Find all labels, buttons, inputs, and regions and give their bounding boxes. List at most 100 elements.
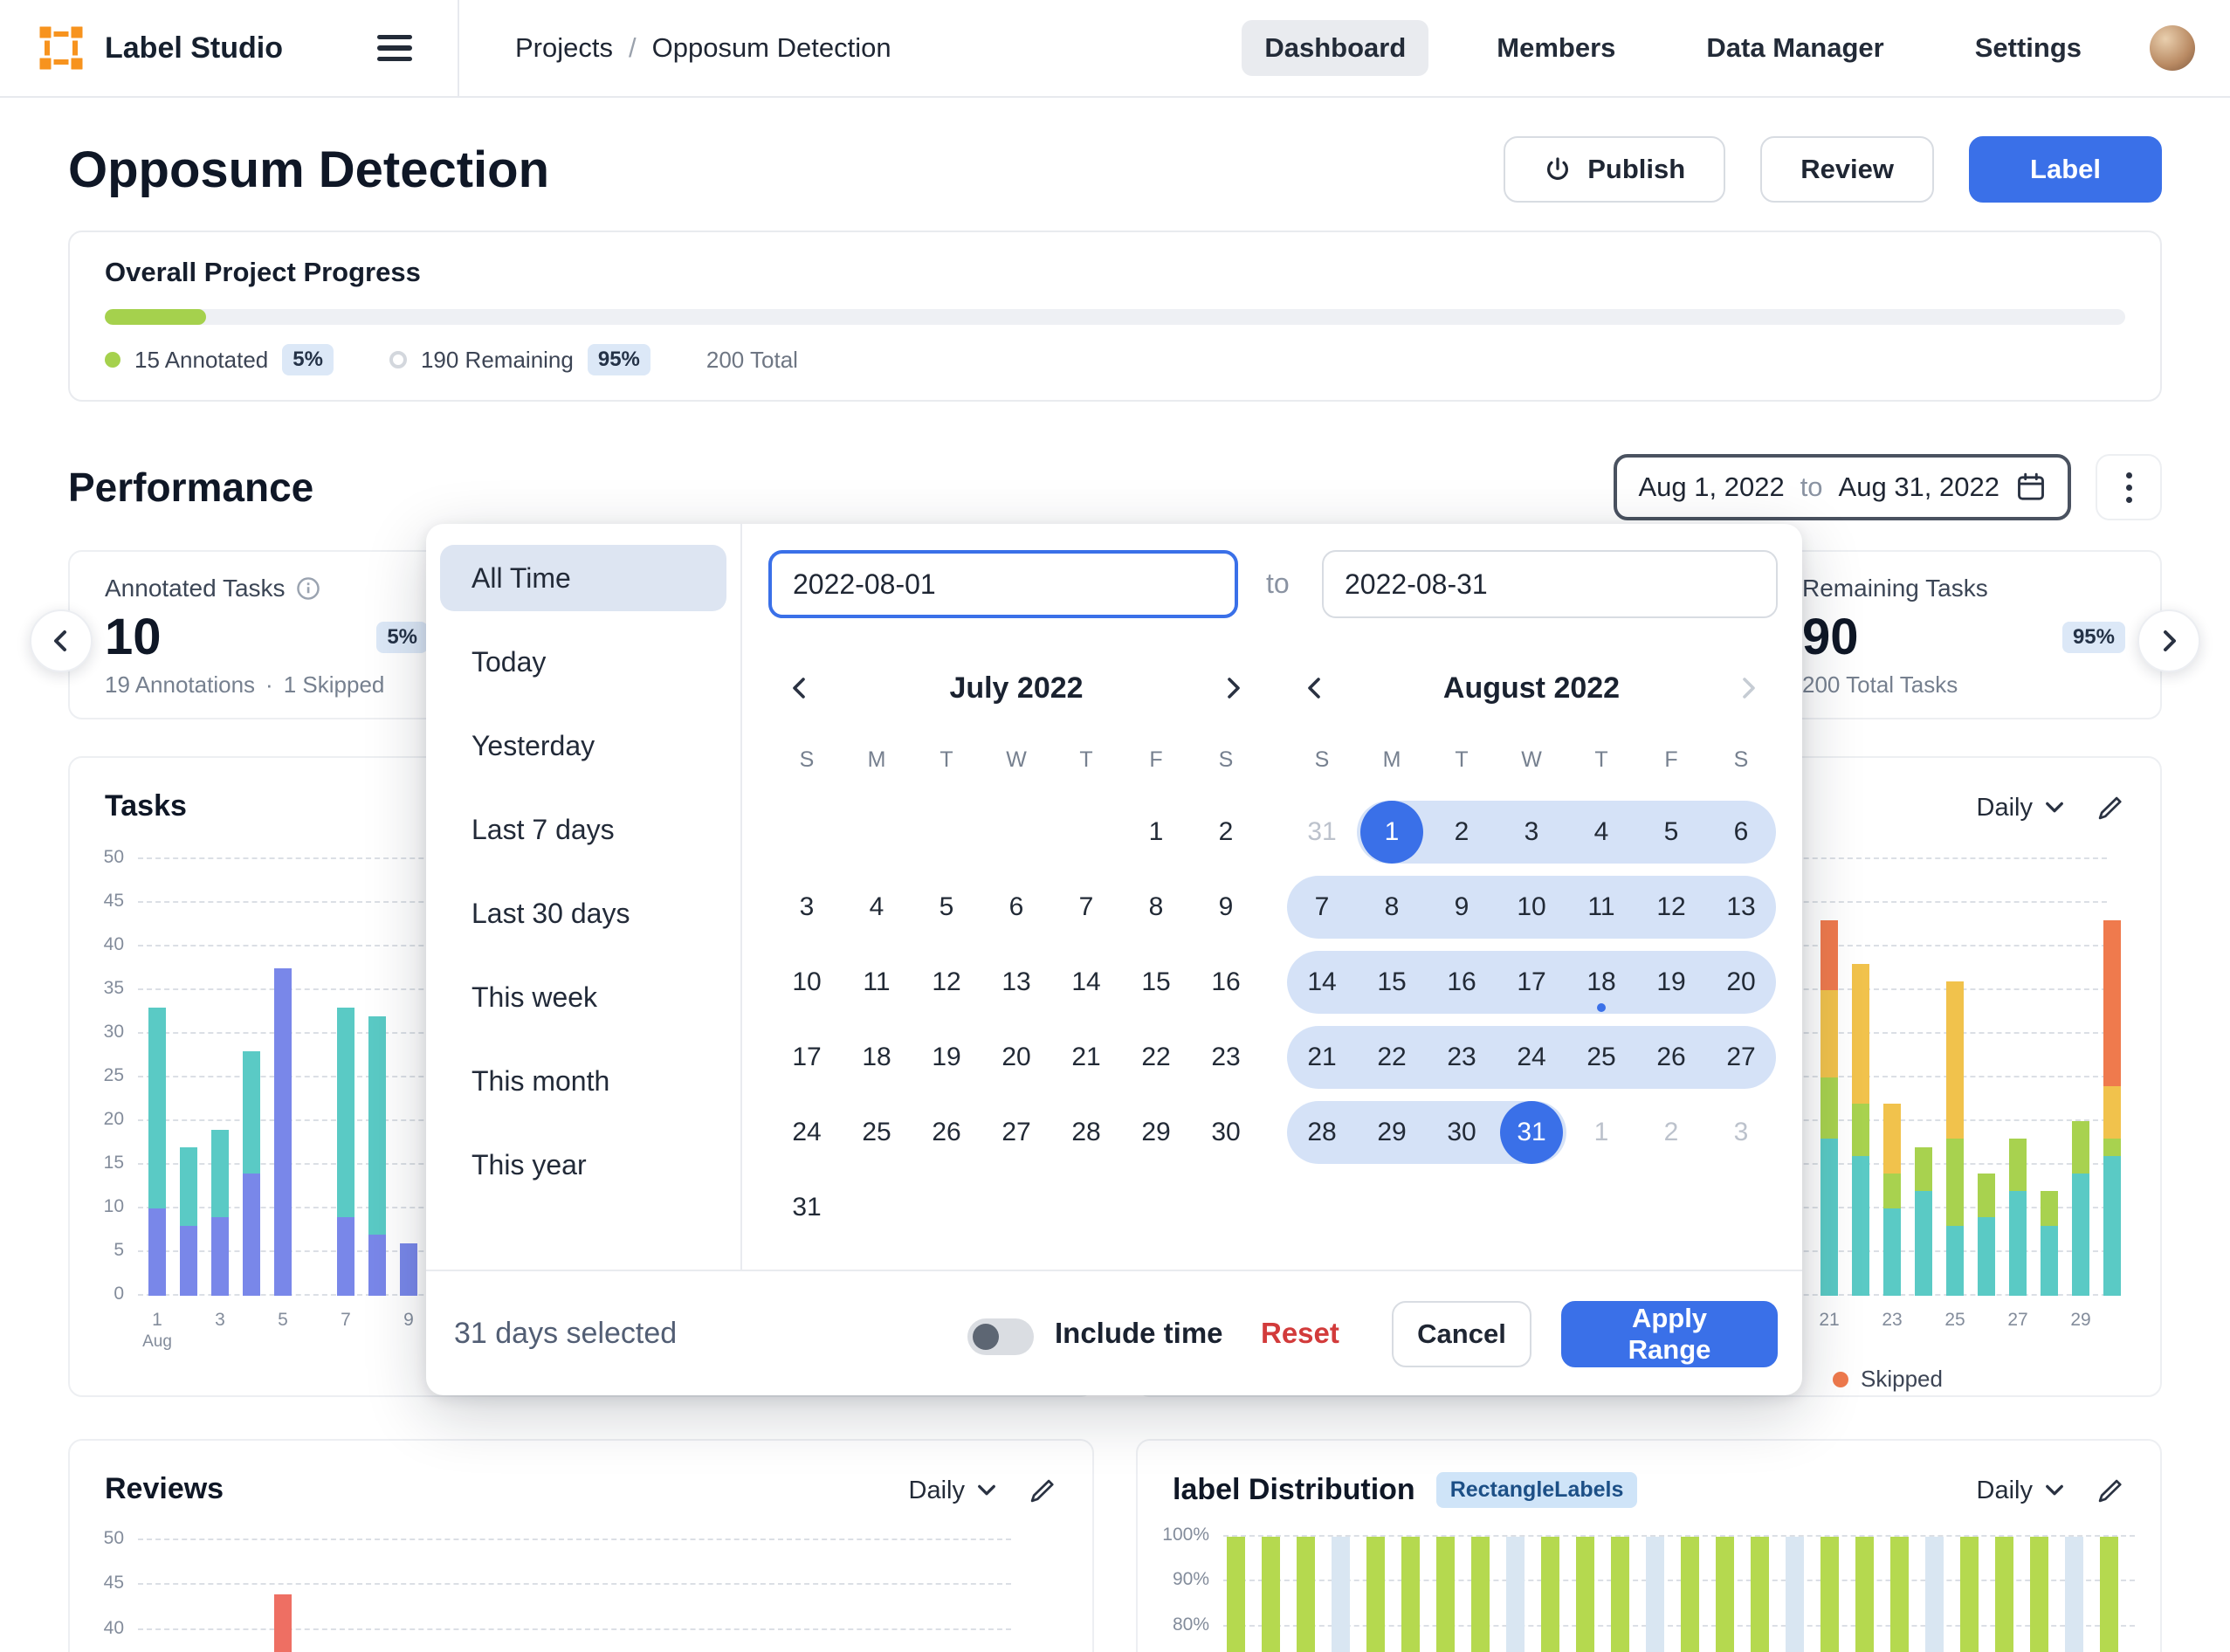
user-avatar[interactable] — [2150, 25, 2195, 71]
day-cell[interactable]: 28 — [1287, 1101, 1357, 1164]
day-cell[interactable]: 31 — [1287, 801, 1357, 864]
day-cell[interactable]: 30 — [1427, 1101, 1497, 1164]
edit-icon[interactable] — [1028, 1476, 1057, 1505]
day-cell[interactable]: 9 — [1427, 876, 1497, 939]
month-prev-button[interactable] — [772, 660, 828, 716]
apply-range-button[interactable]: Apply Range — [1561, 1301, 1778, 1367]
day-cell[interactable]: 3 — [1706, 1101, 1776, 1164]
day-cell[interactable]: 1 — [1357, 801, 1427, 864]
day-cell[interactable]: 10 — [1497, 876, 1566, 939]
reviews-interval-select[interactable]: Daily — [909, 1476, 996, 1505]
day-cell[interactable]: 9 — [1191, 876, 1261, 939]
day-cell[interactable]: 11 — [1566, 876, 1636, 939]
review-button[interactable]: Review — [1760, 136, 1934, 203]
day-cell[interactable]: 15 — [1357, 951, 1427, 1014]
nav-settings[interactable]: Settings — [1952, 20, 2104, 76]
breadcrumb-projects[interactable]: Projects — [515, 32, 613, 64]
day-cell[interactable]: 6 — [981, 876, 1051, 939]
day-cell[interactable]: 12 — [1636, 876, 1706, 939]
day-cell[interactable]: 3 — [1497, 801, 1566, 864]
month-next-button[interactable] — [1205, 660, 1261, 716]
day-cell[interactable]: 27 — [1706, 1026, 1776, 1089]
day-cell[interactable]: 23 — [1191, 1026, 1261, 1089]
day-cell[interactable]: 13 — [1706, 876, 1776, 939]
day-cell[interactable]: 20 — [981, 1026, 1051, 1089]
hamburger-menu-icon[interactable] — [377, 35, 412, 61]
month-prev-button[interactable] — [1287, 660, 1343, 716]
day-cell[interactable]: 3 — [772, 876, 842, 939]
day-cell[interactable]: 14 — [1051, 951, 1121, 1014]
month-next-button[interactable] — [1720, 660, 1776, 716]
date-range-display[interactable]: Aug 1, 2022 to Aug 31, 2022 — [1614, 454, 2071, 520]
day-cell[interactable]: 7 — [1051, 876, 1121, 939]
preset-last-7-days[interactable]: Last 7 days — [440, 796, 726, 863]
day-cell[interactable]: 29 — [1357, 1101, 1427, 1164]
day-cell[interactable]: 17 — [1497, 951, 1566, 1014]
nav-dashboard[interactable]: Dashboard — [1242, 20, 1428, 76]
day-cell[interactable]: 19 — [1636, 951, 1706, 1014]
day-cell[interactable]: 20 — [1706, 951, 1776, 1014]
preset-last-30-days[interactable]: Last 30 days — [440, 880, 726, 946]
distribution-interval-select[interactable]: Daily — [1977, 1476, 2064, 1505]
edit-icon[interactable] — [2096, 1476, 2125, 1505]
day-cell[interactable]: 7 — [1287, 876, 1357, 939]
day-cell[interactable]: 21 — [1051, 1026, 1121, 1089]
label-button[interactable]: Label — [1969, 136, 2162, 203]
day-cell[interactable]: 31 — [772, 1176, 842, 1239]
more-options-kebab-icon[interactable] — [2096, 454, 2162, 520]
day-cell[interactable]: 12 — [912, 951, 981, 1014]
day-cell[interactable]: 13 — [981, 951, 1051, 1014]
nav-data-manager[interactable]: Data Manager — [1683, 20, 1906, 76]
day-cell[interactable]: 4 — [842, 876, 912, 939]
carousel-prev-button[interactable] — [30, 609, 93, 672]
day-cell[interactable]: 14 — [1287, 951, 1357, 1014]
carousel-next-button[interactable] — [2137, 609, 2200, 672]
day-cell[interactable]: 30 — [1191, 1101, 1261, 1164]
day-cell[interactable]: 28 — [1051, 1101, 1121, 1164]
right-interval-select[interactable]: Daily — [1977, 794, 2064, 823]
preset-this-year[interactable]: This year — [440, 1132, 726, 1198]
preset-all-time[interactable]: All Time — [440, 545, 726, 611]
preset-today[interactable]: Today — [440, 629, 726, 695]
day-cell[interactable]: 1 — [1121, 801, 1191, 864]
day-cell[interactable]: 2 — [1191, 801, 1261, 864]
include-time-toggle[interactable] — [967, 1318, 1034, 1355]
reset-button[interactable]: Reset — [1261, 1317, 1339, 1350]
nav-members[interactable]: Members — [1474, 20, 1638, 76]
day-cell[interactable]: 25 — [842, 1101, 912, 1164]
day-cell[interactable]: 25 — [1566, 1026, 1636, 1089]
day-cell[interactable]: 10 — [772, 951, 842, 1014]
day-cell[interactable]: 21 — [1287, 1026, 1357, 1089]
day-cell[interactable]: 1 — [1566, 1101, 1636, 1164]
date-to-input[interactable] — [1322, 550, 1778, 618]
preset-this-week[interactable]: This week — [440, 964, 726, 1030]
day-cell[interactable]: 15 — [1121, 951, 1191, 1014]
day-cell[interactable]: 17 — [772, 1026, 842, 1089]
day-cell[interactable]: 16 — [1427, 951, 1497, 1014]
publish-button[interactable]: Publish — [1504, 136, 1725, 203]
day-cell[interactable]: 18 — [842, 1026, 912, 1089]
day-cell[interactable]: 2 — [1427, 801, 1497, 864]
day-cell[interactable]: 5 — [912, 876, 981, 939]
day-cell[interactable]: 22 — [1121, 1026, 1191, 1089]
day-cell[interactable]: 11 — [842, 951, 912, 1014]
day-cell[interactable]: 22 — [1357, 1026, 1427, 1089]
day-cell[interactable]: 8 — [1121, 876, 1191, 939]
day-cell[interactable]: 26 — [912, 1101, 981, 1164]
day-cell[interactable]: 19 — [912, 1026, 981, 1089]
day-cell[interactable]: 4 — [1566, 801, 1636, 864]
edit-icon[interactable] — [2096, 793, 2125, 823]
day-cell[interactable]: 16 — [1191, 951, 1261, 1014]
day-cell[interactable]: 23 — [1427, 1026, 1497, 1089]
day-cell[interactable]: 6 — [1706, 801, 1776, 864]
cancel-button[interactable]: Cancel — [1392, 1301, 1531, 1367]
day-cell[interactable]: 2 — [1636, 1101, 1706, 1164]
day-cell[interactable]: 27 — [981, 1101, 1051, 1164]
day-cell[interactable]: 31 — [1497, 1101, 1566, 1164]
day-cell[interactable]: 29 — [1121, 1101, 1191, 1164]
preset-yesterday[interactable]: Yesterday — [440, 712, 726, 779]
day-cell[interactable]: 26 — [1636, 1026, 1706, 1089]
day-cell[interactable]: 18 — [1566, 951, 1636, 1014]
day-cell[interactable]: 8 — [1357, 876, 1427, 939]
preset-this-month[interactable]: This month — [440, 1048, 726, 1114]
